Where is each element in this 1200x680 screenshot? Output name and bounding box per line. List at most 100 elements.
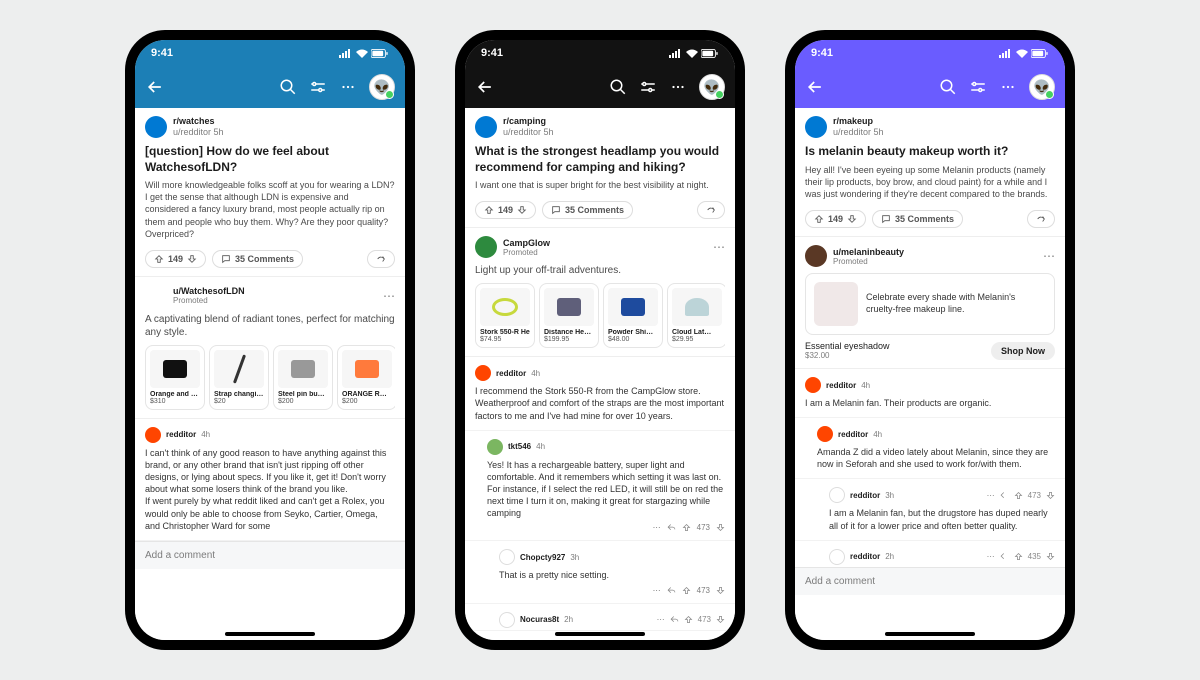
comment-more-icon[interactable]: ⋯: [987, 491, 995, 500]
more-icon[interactable]: [999, 78, 1017, 96]
back-icon[interactable]: [475, 77, 495, 97]
upvote-icon[interactable]: [1014, 491, 1023, 500]
comment-user[interactable]: redditor: [838, 430, 868, 439]
sort-icon[interactable]: [969, 78, 987, 96]
upvote-icon[interactable]: [682, 523, 691, 532]
product-card[interactable]: ORANGE R…$200: [337, 345, 395, 410]
more-icon[interactable]: [339, 78, 357, 96]
post-header[interactable]: r/makeup u/redditor 5h: [795, 108, 1065, 140]
search-icon[interactable]: [279, 78, 297, 96]
promo-more-icon[interactable]: ⋯: [1043, 249, 1055, 263]
reply-icon[interactable]: [667, 586, 676, 595]
add-comment-input[interactable]: Add a comment: [135, 541, 405, 569]
product-card[interactable]: Cloud Lat…$29.95: [667, 283, 725, 348]
search-icon[interactable]: [939, 78, 957, 96]
comment-user[interactable]: Chopcty927: [520, 553, 565, 562]
comment-more-icon[interactable]: ⋯: [987, 552, 995, 561]
downvote-icon[interactable]: [716, 586, 725, 595]
upvote-icon[interactable]: [682, 586, 691, 595]
upvote-pill[interactable]: 149: [145, 250, 206, 268]
back-icon[interactable]: [145, 77, 165, 97]
comment-more-icon[interactable]: ⋯: [653, 586, 661, 595]
subreddit-name[interactable]: r/watches: [173, 116, 224, 127]
comment[interactable]: redditor4h Amanda Z did a video lately a…: [795, 418, 1065, 479]
comment-user[interactable]: redditor: [826, 381, 856, 390]
promoted-unit[interactable]: CampGlow Promoted ⋯ Light up your off-tr…: [465, 228, 735, 357]
product-card[interactable]: Stork 550-R He$74.95: [475, 283, 535, 348]
comment-user[interactable]: redditor: [850, 491, 880, 500]
downvote-icon[interactable]: [716, 615, 725, 624]
upvote-pill[interactable]: 149: [475, 201, 536, 219]
downvote-icon[interactable]: [847, 214, 857, 224]
add-comment-input[interactable]: Add a comment: [795, 567, 1065, 595]
back-icon[interactable]: [805, 77, 825, 97]
subreddit-name[interactable]: r/camping: [503, 116, 554, 127]
reply-icon[interactable]: [1000, 552, 1009, 561]
product-card[interactable]: Distance Hea…$199.95: [539, 283, 599, 348]
comment[interactable]: Nocuras8t2h⋯473: [465, 604, 735, 631]
promo-more-icon[interactable]: ⋯: [713, 240, 725, 254]
reply-icon[interactable]: [670, 615, 679, 624]
share-button[interactable]: [367, 250, 395, 268]
share-button[interactable]: [1027, 210, 1055, 228]
comment-user[interactable]: Nocuras8t: [520, 615, 559, 624]
downvote-icon[interactable]: [517, 205, 527, 215]
post-header[interactable]: r/camping u/redditor 5h: [465, 108, 735, 140]
product-carousel[interactable]: Stork 550-R He$74.95 Distance Hea…$199.9…: [475, 283, 725, 348]
home-indicator[interactable]: [885, 632, 975, 636]
avatar[interactable]: 👽: [1029, 74, 1055, 100]
reply-icon[interactable]: [667, 523, 676, 532]
comment[interactable]: redditor4h I recommend the Stork 550-R f…: [465, 357, 735, 430]
search-icon[interactable]: [609, 78, 627, 96]
comments-pill[interactable]: 35 Comments: [212, 250, 303, 268]
product-carousel[interactable]: Orange and B…$310 Strap changi…$20 Steel…: [145, 345, 395, 410]
downvote-icon[interactable]: [187, 254, 197, 264]
more-icon[interactable]: [669, 78, 687, 96]
comment[interactable]: tkt5464h Yes! It has a rechargeable batt…: [465, 431, 735, 542]
advertiser-name[interactable]: CampGlow: [503, 238, 550, 248]
home-indicator[interactable]: [555, 632, 645, 636]
sort-icon[interactable]: [639, 78, 657, 96]
promoted-unit[interactable]: u/melaninbeauty Promoted ⋯ Celebrate eve…: [795, 237, 1065, 369]
promo-more-icon[interactable]: ⋯: [383, 289, 395, 303]
comments-pill[interactable]: 35 Comments: [542, 201, 633, 219]
avatar[interactable]: 👽: [699, 74, 725, 100]
comment-user[interactable]: redditor: [850, 552, 880, 561]
product-card[interactable]: Orange and B…$310: [145, 345, 205, 410]
comment-more-icon[interactable]: ⋯: [657, 615, 665, 624]
promo-hero-card[interactable]: Celebrate every shade with Melanin's cru…: [805, 273, 1055, 335]
downvote-icon[interactable]: [1046, 491, 1055, 500]
product-card[interactable]: Powder Shim…$48.00: [603, 283, 663, 348]
post-header[interactable]: r/watches u/redditor 5h: [135, 108, 405, 140]
advertiser-name[interactable]: u/melaninbeauty: [833, 247, 904, 257]
comment[interactable]: redditor4h I am a Melanin fan. Their pro…: [795, 369, 1065, 418]
comment[interactable]: redditor2h⋯435: [795, 541, 1065, 567]
upvote-pill[interactable]: 149: [805, 210, 866, 228]
product-card[interactable]: Steel pin buc…$200: [273, 345, 333, 410]
comment-user[interactable]: redditor: [496, 369, 526, 378]
comment[interactable]: redditor4h I can't think of any good rea…: [135, 419, 405, 541]
upvote-icon[interactable]: [1014, 552, 1023, 561]
sort-icon[interactable]: [309, 78, 327, 96]
comment-more-icon[interactable]: ⋯: [653, 523, 661, 532]
shop-now-button[interactable]: Shop Now: [991, 342, 1055, 360]
comments-pill[interactable]: 35 Comments: [872, 210, 963, 228]
comment[interactable]: redditor3h⋯473 I am a Melanin fan, but t…: [795, 479, 1065, 540]
avatar[interactable]: 👽: [369, 74, 395, 100]
downvote-icon[interactable]: [716, 523, 725, 532]
product-card[interactable]: Strap changi…$20: [209, 345, 269, 410]
upvote-icon[interactable]: [154, 254, 164, 264]
reply-icon[interactable]: [1000, 491, 1009, 500]
share-button[interactable]: [697, 201, 725, 219]
downvote-icon[interactable]: [1046, 552, 1055, 561]
comment-user[interactable]: tkt546: [508, 442, 531, 451]
advertiser-name[interactable]: u/WatchesofLDN: [173, 286, 245, 296]
upvote-icon[interactable]: [484, 205, 494, 215]
promoted-unit[interactable]: u/WatchesofLDN Promoted ⋯ A captivating …: [135, 277, 405, 419]
subreddit-name[interactable]: r/makeup: [833, 116, 884, 127]
comment-user[interactable]: redditor: [166, 430, 196, 439]
upvote-icon[interactable]: [684, 615, 693, 624]
upvote-icon[interactable]: [814, 214, 824, 224]
comment[interactable]: Chopcty9273h That is a pretty nice setti…: [465, 541, 735, 603]
home-indicator[interactable]: [225, 632, 315, 636]
